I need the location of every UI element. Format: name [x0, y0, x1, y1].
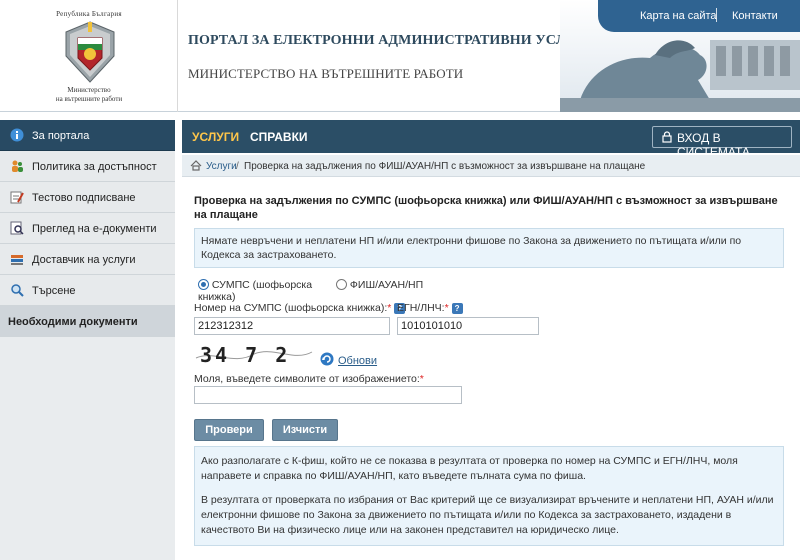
clear-button[interactable]: Изчисти — [272, 419, 338, 441]
sidebar-item-search[interactable]: Търсене — [0, 275, 175, 306]
tab-services[interactable]: УСЛУГИ — [192, 130, 239, 144]
signature-icon — [10, 191, 24, 204]
radio-ticket-label: ФИШ/АУАН/НП — [349, 279, 424, 291]
sidebar-item-e-documents[interactable]: Преглед на е-документи — [0, 213, 175, 244]
check-button[interactable]: Провери — [194, 419, 264, 441]
radio-ticket-button[interactable] — [336, 279, 347, 290]
top-links-divider — [716, 8, 717, 22]
sidebar: За портала Политика за достъпност Тестов… — [0, 120, 175, 560]
help-icon[interactable]: ? — [451, 303, 463, 314]
main-nav: УСЛУГИ СПРАВКИ ВХОД В СИСТЕМАТА — [182, 120, 800, 159]
sidebar-item-label: Необходими документи — [8, 316, 138, 328]
sidebar-item-service-provider[interactable]: Доставчик на услуги — [0, 244, 175, 275]
page-title: Проверка на задължения по СУМПС (шофьорс… — [194, 195, 778, 221]
sidebar-item-label: Политика за достъпност — [32, 161, 157, 173]
sitemap-link[interactable]: Карта на сайта — [640, 10, 717, 22]
radio-license-label: СУМПС (шофьорска книжка) — [198, 279, 313, 303]
captcha-text: 34 7 2 — [200, 343, 290, 367]
info-paragraph-2: В резултата от проверката по избрания от… — [201, 494, 774, 536]
required-mark: * — [387, 302, 392, 314]
sidebar-item-label: Търсене — [32, 285, 76, 297]
license-field-label: Номер на СУМПС (шофьорска книжка):* ? — [194, 302, 406, 314]
required-mark: * — [444, 302, 449, 314]
captcha-field-label: Моля, въведете символите от изображениет… — [194, 373, 424, 385]
login-button[interactable]: ВХОД В СИСТЕМАТА — [652, 126, 792, 159]
sidebar-item-label: За портала — [32, 130, 90, 142]
page-header: Република България Министерство на вътре… — [0, 0, 800, 112]
crest-ministry-line-1: Министерство — [67, 86, 111, 94]
sidebar-item-label: Доставчик на услуги — [32, 254, 136, 266]
captcha-image: 34 7 2 — [195, 343, 313, 367]
top-links-bar: Карта на сайта Контакти — [598, 0, 800, 32]
info-box: Ако разполагате с К-фиш, който не се пок… — [194, 446, 784, 546]
captcha-input[interactable] — [194, 386, 462, 404]
breadcrumb-services-link[interactable]: Услуги — [206, 161, 237, 172]
breadcrumb: Услуги / Проверка на задължения по ФИШ/А… — [182, 155, 800, 177]
radio-license[interactable]: СУМПС (шофьорска книжка) — [198, 279, 348, 303]
sidebar-item-label: Преглед на е-документи — [32, 223, 157, 235]
license-label-text: Номер на СУМПС (шофьорска книжка): — [194, 302, 388, 314]
egn-field-label: ЕГН/ЛНЧ:* ? — [397, 302, 463, 314]
sidebar-item-accessibility[interactable]: Политика за достъпност — [0, 151, 175, 182]
portal-title: ПОРТАЛ ЗА ЕЛЕКТРОННИ АДМИНИСТРАТИВНИ УСЛ… — [188, 33, 597, 48]
status-notice: Нямате невръчени и неплатени НП и/или ел… — [194, 228, 784, 268]
home-icon[interactable] — [190, 160, 202, 171]
refresh-icon[interactable] — [320, 352, 334, 366]
breadcrumb-separator: / — [236, 161, 239, 172]
tab-references[interactable]: СПРАВКИ — [250, 130, 308, 144]
crest-country-label: Република България — [56, 10, 122, 18]
crest-ministry-label: Министерство на вътрешните работи — [30, 86, 148, 104]
ministry-logo[interactable]: Република България Министерство на вътре… — [0, 0, 178, 112]
egn-input[interactable]: 1010101010 — [397, 317, 539, 335]
egn-label-text: ЕГН/ЛНЧ: — [397, 302, 445, 314]
ministry-title: МИНИСТЕРСТВО НА ВЪТРЕШНИТЕ РАБОТИ — [188, 66, 464, 81]
sidebar-item-test-signing[interactable]: Тестово подписване — [0, 182, 175, 213]
info-paragraph-1: Ако разполагате с К-фиш, който не се пок… — [201, 455, 738, 482]
search-icon — [11, 284, 24, 297]
info-icon — [10, 128, 24, 142]
sidebar-item-about[interactable]: За портала — [0, 120, 175, 151]
breadcrumb-current: Проверка на задължения по ФИШ/АУАН/НП с … — [244, 161, 646, 172]
contacts-link[interactable]: Контакти — [732, 10, 778, 22]
license-number-input[interactable]: 212312312 — [194, 317, 390, 335]
captcha-prompt-text: Моля, въведете символите от изображениет… — [194, 373, 420, 385]
required-mark: * — [419, 373, 424, 385]
refresh-captcha-link[interactable]: Обнови — [338, 355, 377, 367]
lock-icon — [662, 131, 672, 143]
stack-icon — [11, 255, 23, 265]
radio-ticket[interactable]: ФИШ/АУАН/НП — [336, 279, 456, 291]
document-search-icon — [10, 221, 24, 235]
crest-ministry-line-2: на вътрешните работи — [55, 95, 123, 103]
crest-icon — [65, 21, 115, 83]
radio-license-button[interactable] — [198, 279, 209, 290]
people-icon — [12, 160, 23, 172]
sidebar-item-required-documents[interactable]: Необходими документи — [0, 306, 175, 337]
sidebar-item-label: Тестово подписване — [32, 192, 136, 204]
